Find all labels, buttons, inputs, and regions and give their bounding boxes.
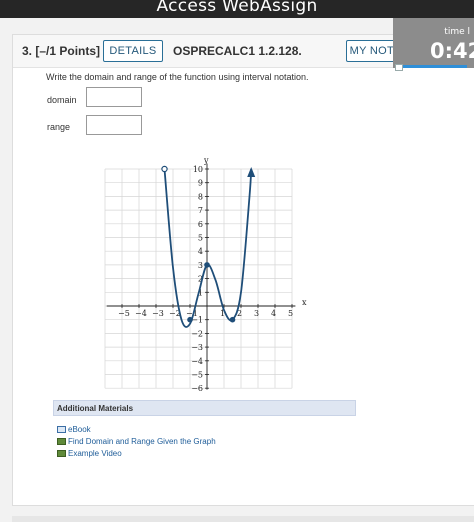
top-bar: Access WebAssign [0,0,474,18]
graph-curve [163,167,256,328]
additional-materials-title: Additional Materials [53,400,356,416]
y-tick-label: 4 [198,247,203,256]
link-example-video[interactable]: Example Video [57,449,122,458]
y-tick-label: −2 [191,329,203,338]
link-find-domain-range-label: Find Domain and Range Given the Graph [68,437,216,446]
timer-panel: time l 0:42 [393,18,474,71]
curve-marked-point [229,316,236,323]
range-label: range [47,122,71,132]
details-button[interactable]: DETAILS [103,40,163,62]
link-find-domain-range-video[interactable]: Find Domain and Range Given the Graph [57,437,216,446]
timer-progress-bar [403,65,467,68]
timer-collapse-icon[interactable] [395,64,403,71]
additional-materials: Additional Materials eBook Find Domain a… [53,400,356,508]
x-tick-label: −3 [152,309,164,318]
timer-value: 0:42 [430,39,474,63]
footer-bar [12,516,474,522]
y-tick-label: 10 [193,165,203,174]
y-tick-label: 7 [198,206,203,215]
y-tick-label: 8 [198,192,203,201]
y-tick-label: −4 [191,357,203,366]
video-icon [57,450,66,457]
domain-label: domain [47,95,77,105]
x-tick-label: −5 [118,309,130,318]
x-tick-label: 4 [271,309,276,318]
video-icon [57,438,66,445]
x-tick-label: 3 [254,309,259,318]
question-number-points: 3. [–/1 Points] [22,44,101,58]
graph-tick-labels: xy−5 −4 −3 −2 −1 1 2 3 4 510987654321−1−2−3−4−5−6 [118,156,307,393]
curve-marked-point [204,262,210,268]
domain-input[interactable] [86,87,142,107]
link-ebook-label: eBook [68,425,91,434]
curve-start-open-point [161,165,168,173]
question-card: 3. [–/1 Points] DETAILS OSPRECALC1 1.2.1… [12,34,474,506]
y-tick-label: −6 [191,384,203,393]
y-tick-label: −5 [191,371,203,380]
curve-end-arrow [247,167,256,177]
y-tick-label: 9 [198,179,203,188]
timer-label: time l [444,27,470,37]
x-axis-label: x [302,298,307,307]
link-example-video-label: Example Video [68,449,122,458]
app-title: Access WebAssign [156,0,318,16]
range-input[interactable] [86,115,142,135]
question-code: OSPRECALC1 1.2.128. [173,44,302,58]
y-tick-label: 6 [198,220,203,229]
y-tick-label: −3 [191,343,203,352]
link-ebook[interactable]: eBook [57,425,91,434]
x-tick-label: −4 [135,309,147,318]
book-icon [57,426,66,433]
y-tick-label: 3 [198,261,203,270]
function-curve [163,168,253,328]
x-tick-label: 5 [288,309,293,318]
function-graph: xy−5 −4 −3 −2 −1 1 2 3 4 510987654321−1−2−3−4−5−6 [104,156,307,393]
curve-marked-point [187,316,193,323]
y-tick-label: 5 [198,234,203,243]
y-axis-label: y [203,156,209,165]
question-prompt: Write the domain and range of the functi… [46,72,309,82]
